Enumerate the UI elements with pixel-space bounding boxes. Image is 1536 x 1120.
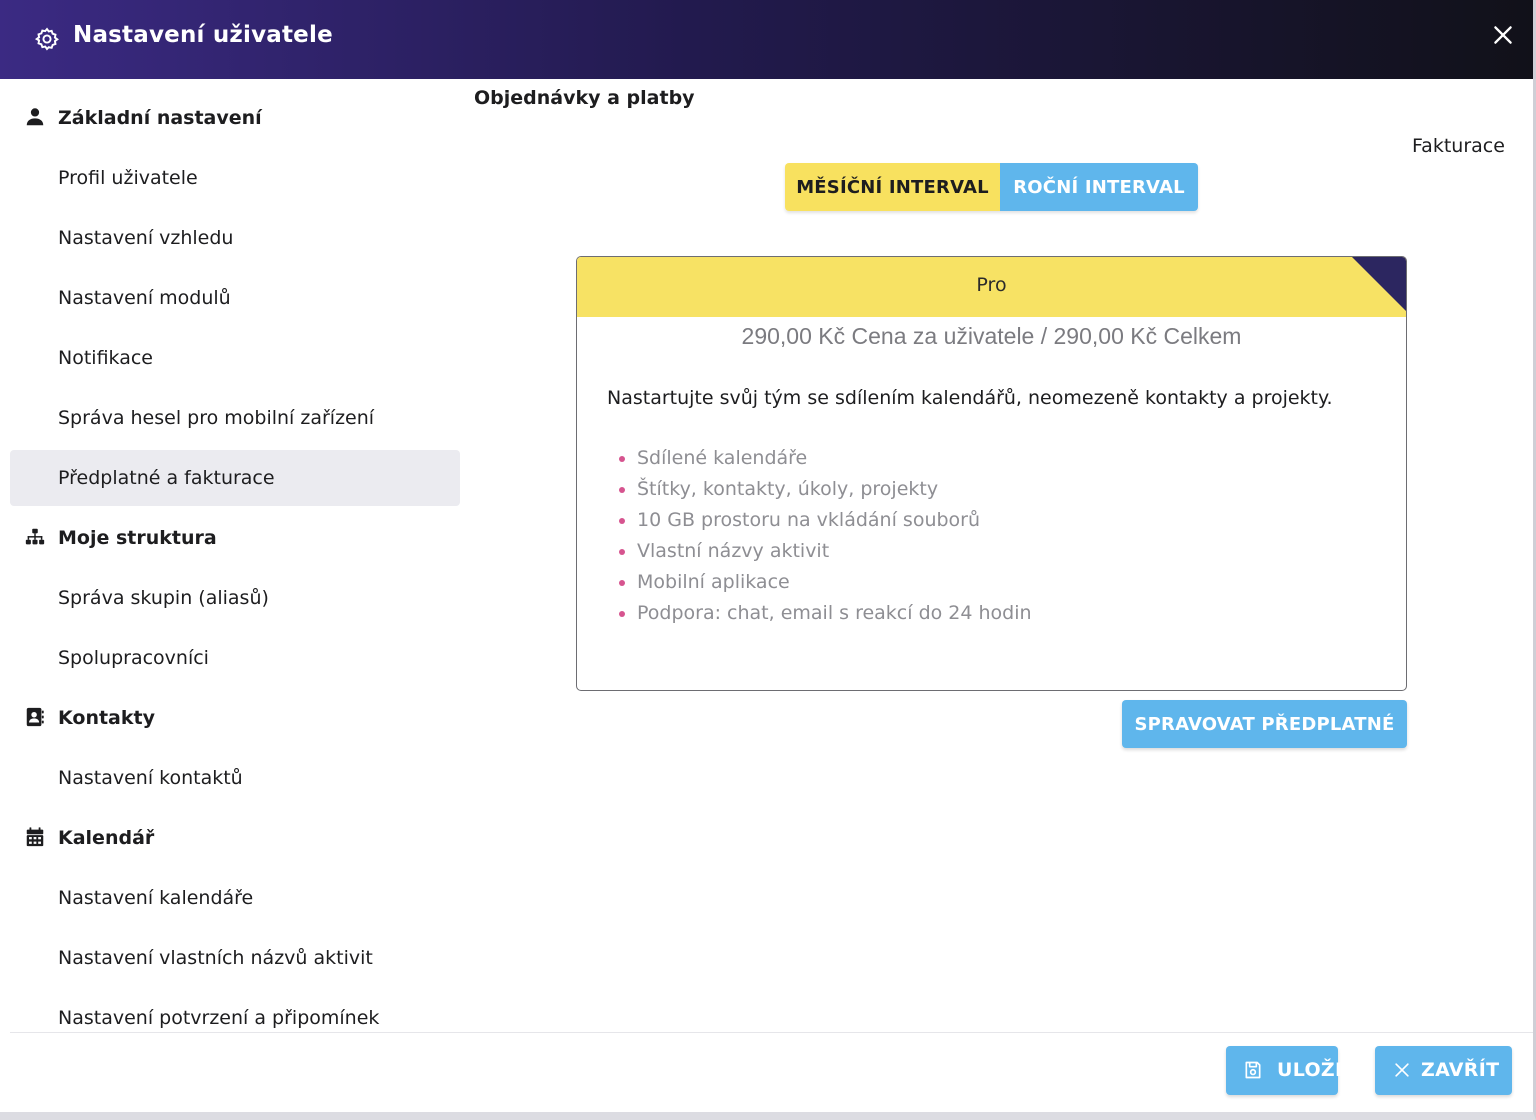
sidebar-item-confirmations-reminders[interactable]: Nastavení potvrzení a připomínek	[10, 990, 460, 1032]
bullet-icon	[619, 549, 625, 555]
save-button[interactable]: ULOŽIT	[1226, 1046, 1355, 1095]
address-book-icon	[26, 707, 44, 727]
sidebar-item-user-profile[interactable]: Profil uživatele	[10, 150, 460, 206]
bullet-icon	[619, 518, 625, 524]
dialog-footer: ULOŽIT ZAVŘÍT	[10, 1032, 1533, 1112]
manage-subscription-button[interactable]: SPRAVOVAT PŘEDPLATNÉ	[1122, 700, 1407, 748]
sidebar-item-label: Předplatné a fakturace	[58, 467, 275, 489]
sidebar-item-label: Nastavení kalendáře	[58, 887, 254, 909]
sidebar-item-contact-settings[interactable]: Nastavení kontaktů	[10, 750, 460, 806]
plan-description: Nastartujte svůj tým se sdílením kalendá…	[607, 387, 1333, 409]
plan-name: Pro	[976, 274, 1007, 296]
settings-dialog: Nastavení uživatele Základní nastavení P…	[0, 0, 1536, 1120]
sidebar-item-subscription-billing[interactable]: Předplatné a fakturace	[10, 450, 460, 506]
sidebar-item-collaborators[interactable]: Spolupracovníci	[10, 630, 460, 686]
plan-feature: Štítky, kontakty, úkoly, projekty	[617, 474, 1032, 505]
close-button-label: ZAVŘÍT	[1421, 1059, 1500, 1081]
bullet-icon	[619, 487, 625, 493]
user-icon	[26, 108, 44, 126]
save-button-label: ULOŽIT	[1277, 1059, 1356, 1081]
interval-toggle: MĚSÍČNÍ INTERVAL ROČNÍ INTERVAL	[785, 163, 1198, 211]
close-icon[interactable]	[1490, 22, 1516, 48]
plan-features-list: Sdílené kalendáře Štítky, kontakty, úkol…	[617, 443, 1032, 629]
settings-sidebar: Základní nastavení Profil uživatele Nast…	[10, 79, 460, 1032]
sidebar-section-calendar: Kalendář	[10, 810, 460, 866]
sidebar-item-label: Profil uživatele	[58, 167, 198, 189]
sidebar-item-label: Nastavení vzhledu	[58, 227, 234, 249]
bullet-icon	[619, 580, 625, 586]
yearly-interval-button[interactable]: ROČNÍ INTERVAL	[1000, 163, 1198, 211]
sidebar-item-label: Správa hesel pro mobilní zařízení	[58, 407, 375, 429]
plan-card: Pro 290,00 Kč Cena za uživatele / 290,00…	[576, 256, 1407, 691]
sidebar-item-label: Nastavení kontaktů	[58, 767, 243, 789]
save-icon	[1245, 1061, 1261, 1079]
sidebar-item-modules[interactable]: Nastavení modulů	[10, 270, 460, 326]
sidebar-item-label: Spolupracovníci	[58, 647, 209, 669]
sidebar-section-label: Kalendář	[58, 827, 155, 849]
sidebar-section-label: Kontakty	[58, 707, 155, 729]
title-bar: Nastavení uživatele	[0, 0, 1533, 79]
sidebar-section-basic: Základní nastavení	[10, 90, 460, 146]
sidebar-item-mobile-passwords[interactable]: Správa hesel pro mobilní zařízení	[10, 390, 460, 446]
gear-icon	[34, 27, 59, 51]
sidebar-item-label: Notifikace	[58, 347, 153, 369]
sidebar-item-label: Nastavení modulů	[58, 287, 231, 309]
close-button[interactable]: ZAVŘÍT	[1375, 1046, 1512, 1095]
sidebar-section-label: Základní nastavení	[58, 107, 262, 129]
sidebar-item-label: Nastavení potvrzení a připomínek	[58, 1007, 380, 1029]
close-icon	[1395, 1063, 1409, 1077]
hierarchy-icon	[25, 528, 45, 545]
sidebar-item-notifications[interactable]: Notifikace	[10, 330, 460, 386]
sidebar-section-label: Moje struktura	[58, 527, 217, 549]
plan-feature: 10 GB prostoru na vkládání souborů	[617, 505, 1032, 536]
monthly-interval-button[interactable]: MĚSÍČNÍ INTERVAL	[785, 163, 1000, 211]
plan-price: 290,00 Kč Cena za uživatele / 290,00 Kč …	[741, 323, 1242, 349]
plan-feature: Vlastní názvy aktivit	[617, 536, 1032, 567]
plan-feature: Mobilní aplikace	[617, 567, 1032, 598]
sidebar-item-label: Správa skupin (aliasů)	[58, 587, 269, 609]
invoices-link[interactable]: Fakturace	[1412, 135, 1505, 157]
page-title: Objednávky a platby	[474, 87, 695, 109]
bullet-icon	[619, 611, 625, 617]
plan-feature: Podpora: chat, email s reakcí do 24 hodi…	[617, 598, 1032, 629]
calendar-icon	[26, 827, 44, 847]
sidebar-item-appearance[interactable]: Nastavení vzhledu	[10, 210, 460, 266]
plan-feature: Sdílené kalendáře	[617, 443, 1032, 474]
sidebar-item-activity-names[interactable]: Nastavení vlastních názvů aktivit	[10, 930, 460, 986]
corner-ribbon-icon	[1352, 257, 1406, 311]
bullet-icon	[619, 456, 625, 462]
sidebar-item-label: Nastavení vlastních názvů aktivit	[58, 947, 373, 969]
dialog-title: Nastavení uživatele	[73, 22, 333, 48]
plan-header: Pro	[577, 257, 1406, 317]
sidebar-section-contacts: Kontakty	[10, 690, 460, 746]
sidebar-item-calendar-settings[interactable]: Nastavení kalendáře	[10, 870, 460, 926]
main-panel: Objednávky a platby Fakturace MĚSÍČNÍ IN…	[460, 79, 1533, 1032]
sidebar-section-structure: Moje struktura	[10, 510, 460, 566]
sidebar-item-groups[interactable]: Správa skupin (aliasů)	[10, 570, 460, 626]
